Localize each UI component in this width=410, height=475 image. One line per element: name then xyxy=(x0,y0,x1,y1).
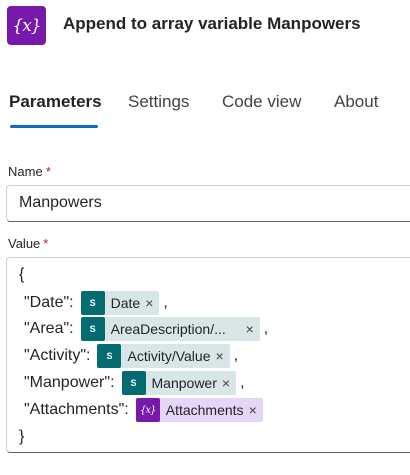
sharepoint-icon: S xyxy=(97,344,122,368)
token-label: Activity/Value xyxy=(127,348,211,364)
name-field-label: Name * xyxy=(8,164,51,179)
token-label: Attachments xyxy=(165,402,244,418)
dynamic-content-token-activity[interactable]: S Activity/Value × xyxy=(97,344,230,368)
remove-token-icon[interactable]: × xyxy=(222,375,230,391)
token-label: AreaDescription/... xyxy=(110,321,226,337)
close-brace: } xyxy=(19,428,25,445)
required-mark: * xyxy=(43,236,49,251)
tab-parameters[interactable]: Parameters xyxy=(9,92,102,112)
json-line-manpower: "Manpower": S Manpower × , xyxy=(24,370,245,396)
sharepoint-icon: S xyxy=(121,371,146,395)
json-line-activity: "Activity": S Activity/Value × , xyxy=(24,343,238,369)
json-key: "Manpower": xyxy=(24,374,115,391)
json-key: "Attachments": xyxy=(24,401,129,418)
json-comma: , xyxy=(240,374,245,391)
variable-icon: {x} xyxy=(7,6,46,45)
token-label: Manpower xyxy=(151,375,217,391)
required-mark: * xyxy=(45,164,51,179)
json-line-date: "Date": S Date × , xyxy=(24,290,168,316)
open-brace: { xyxy=(19,266,25,283)
dynamic-content-token-attachments[interactable]: {x} Attachments × xyxy=(135,398,263,422)
remove-token-icon[interactable]: × xyxy=(145,295,153,311)
action-header: {x} Append to array variable Manpowers xyxy=(0,0,410,50)
dynamic-content-token-date[interactable]: S Date × xyxy=(80,291,160,315)
active-tab-indicator xyxy=(10,125,98,128)
value-editor[interactable]: { "Date": S Date × , "Area": S AreaDescr… xyxy=(6,257,410,453)
remove-token-icon[interactable]: × xyxy=(215,348,223,364)
json-line-area: "Area": S AreaDescription/... × , xyxy=(24,316,268,342)
token-label: Date xyxy=(110,295,141,311)
variable-icon: {x} xyxy=(135,398,160,422)
json-line-attachments: "Attachments": {x} Attachments × xyxy=(24,397,263,423)
tab-settings[interactable]: Settings xyxy=(128,92,189,112)
tab-about[interactable]: About xyxy=(334,92,378,112)
name-field[interactable]: Manpowers xyxy=(6,185,410,222)
action-title[interactable]: Append to array variable Manpowers xyxy=(63,14,361,34)
tab-code-view[interactable]: Code view xyxy=(222,92,301,112)
json-comma: , xyxy=(263,320,269,337)
sharepoint-icon: S xyxy=(80,317,105,341)
json-key: "Area": xyxy=(24,320,74,337)
json-comma: , xyxy=(163,294,168,311)
json-comma: , xyxy=(233,347,239,364)
sharepoint-icon: S xyxy=(80,291,105,315)
dynamic-content-token-manpower[interactable]: S Manpower × xyxy=(121,371,237,395)
name-label-text: Name xyxy=(8,164,43,179)
json-key: "Activity": xyxy=(24,347,91,364)
json-key: "Date": xyxy=(24,294,74,311)
dynamic-content-token-area[interactable]: S AreaDescription/... × xyxy=(80,317,260,341)
value-field-label: Value * xyxy=(8,236,48,251)
tab-bar: Parameters Settings Code view About xyxy=(0,88,410,132)
remove-token-icon[interactable]: × xyxy=(246,321,254,337)
remove-token-icon[interactable]: × xyxy=(249,402,257,418)
value-label-text: Value xyxy=(8,236,41,251)
